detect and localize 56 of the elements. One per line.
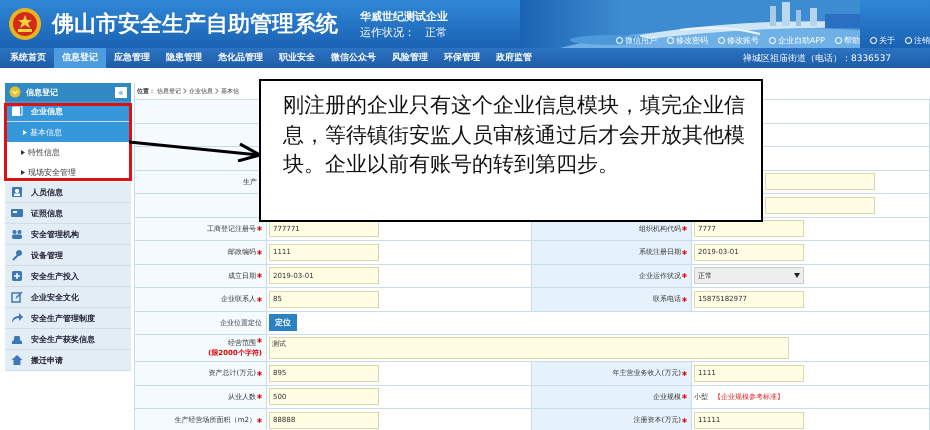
edit-icon bbox=[11, 291, 23, 303]
plus-icon bbox=[11, 270, 23, 282]
triangle-icon bbox=[21, 150, 25, 154]
sidebar-item[interactable]: 人员信息 bbox=[5, 182, 131, 203]
circle-icon bbox=[616, 37, 623, 44]
card-icon bbox=[11, 207, 23, 219]
circle-icon bbox=[905, 37, 912, 44]
nav-tab[interactable]: 系统首页 bbox=[2, 48, 54, 68]
nav-tab[interactable]: 危化品管理 bbox=[210, 48, 271, 68]
circle-icon bbox=[9, 86, 21, 98]
people-icon bbox=[11, 228, 23, 240]
nav-tab[interactable]: 政府监管 bbox=[488, 48, 540, 68]
sidebar-item[interactable]: 搬迁申请 bbox=[5, 350, 131, 371]
emblem-icon bbox=[8, 7, 42, 41]
nav-tab[interactable]: 环保管理 bbox=[436, 48, 488, 68]
circle-icon bbox=[835, 37, 842, 44]
nav-tab[interactable]: 职业安全 bbox=[271, 48, 323, 68]
nav-tab[interactable]: 微信公众号 bbox=[323, 48, 384, 68]
sidebar-item[interactable]: 证照信息 bbox=[5, 203, 131, 224]
nav-tab[interactable]: 隐患管理 bbox=[158, 48, 210, 68]
house-icon bbox=[11, 354, 23, 366]
chevron-icon bbox=[183, 88, 187, 94]
sidebar-item[interactable]: 企业安全文化 bbox=[5, 287, 131, 308]
company-name: 华威世纪测试企业 bbox=[360, 8, 448, 24]
contact-info: 禅城区祖庙街道（电话）：8336537 bbox=[743, 52, 892, 64]
collapse-button[interactable]: « bbox=[115, 86, 127, 98]
header-link[interactable]: 关于 bbox=[870, 35, 895, 46]
nav-tab[interactable]: 风险管理 bbox=[384, 48, 436, 68]
status-value: 正常 bbox=[425, 24, 447, 40]
sidebar-item[interactable]: 安全管理机构 bbox=[5, 224, 131, 245]
sidebar-item[interactable]: 安全生产管理制度 bbox=[5, 308, 131, 329]
circle-icon bbox=[870, 37, 877, 44]
status-label: 运作状况： bbox=[360, 24, 415, 40]
input-field[interactable] bbox=[765, 196, 875, 214]
locate-button[interactable]: 定位 bbox=[269, 314, 297, 332]
nav-tab[interactable]: 应急管理 bbox=[106, 48, 158, 68]
wrench-icon bbox=[11, 249, 23, 261]
person-icon bbox=[11, 186, 23, 198]
triangle-icon bbox=[23, 130, 27, 134]
sidebar-title: 信息登记 bbox=[26, 86, 58, 98]
header-link[interactable]: 注销 bbox=[905, 35, 930, 46]
circle-icon bbox=[718, 37, 725, 44]
app-title: 佛山市安全生产自助管理系统 bbox=[52, 10, 338, 39]
chevron-icon bbox=[215, 88, 219, 94]
page-icon bbox=[11, 105, 23, 117]
share-icon bbox=[11, 312, 23, 324]
circle-icon bbox=[768, 37, 776, 44]
callout-text: 刚注册的企业只有这个企业信息模块，填完企业信息，等待镇街安监人员审核通过后才会开放其他模块。企业以前有账号的转到第四步。 bbox=[259, 79, 763, 222]
sidebar-item[interactable]: 设备管理 bbox=[5, 245, 131, 266]
sidebar-item[interactable]: 安全生产投入 bbox=[5, 266, 131, 287]
car-icon bbox=[11, 333, 23, 345]
input-field[interactable] bbox=[765, 173, 875, 190]
triangle-icon bbox=[21, 170, 25, 174]
sidebar-item[interactable]: 安全生产获奖信息 bbox=[5, 329, 131, 350]
dropdown-icon bbox=[794, 273, 800, 278]
circle-icon bbox=[666, 37, 674, 44]
